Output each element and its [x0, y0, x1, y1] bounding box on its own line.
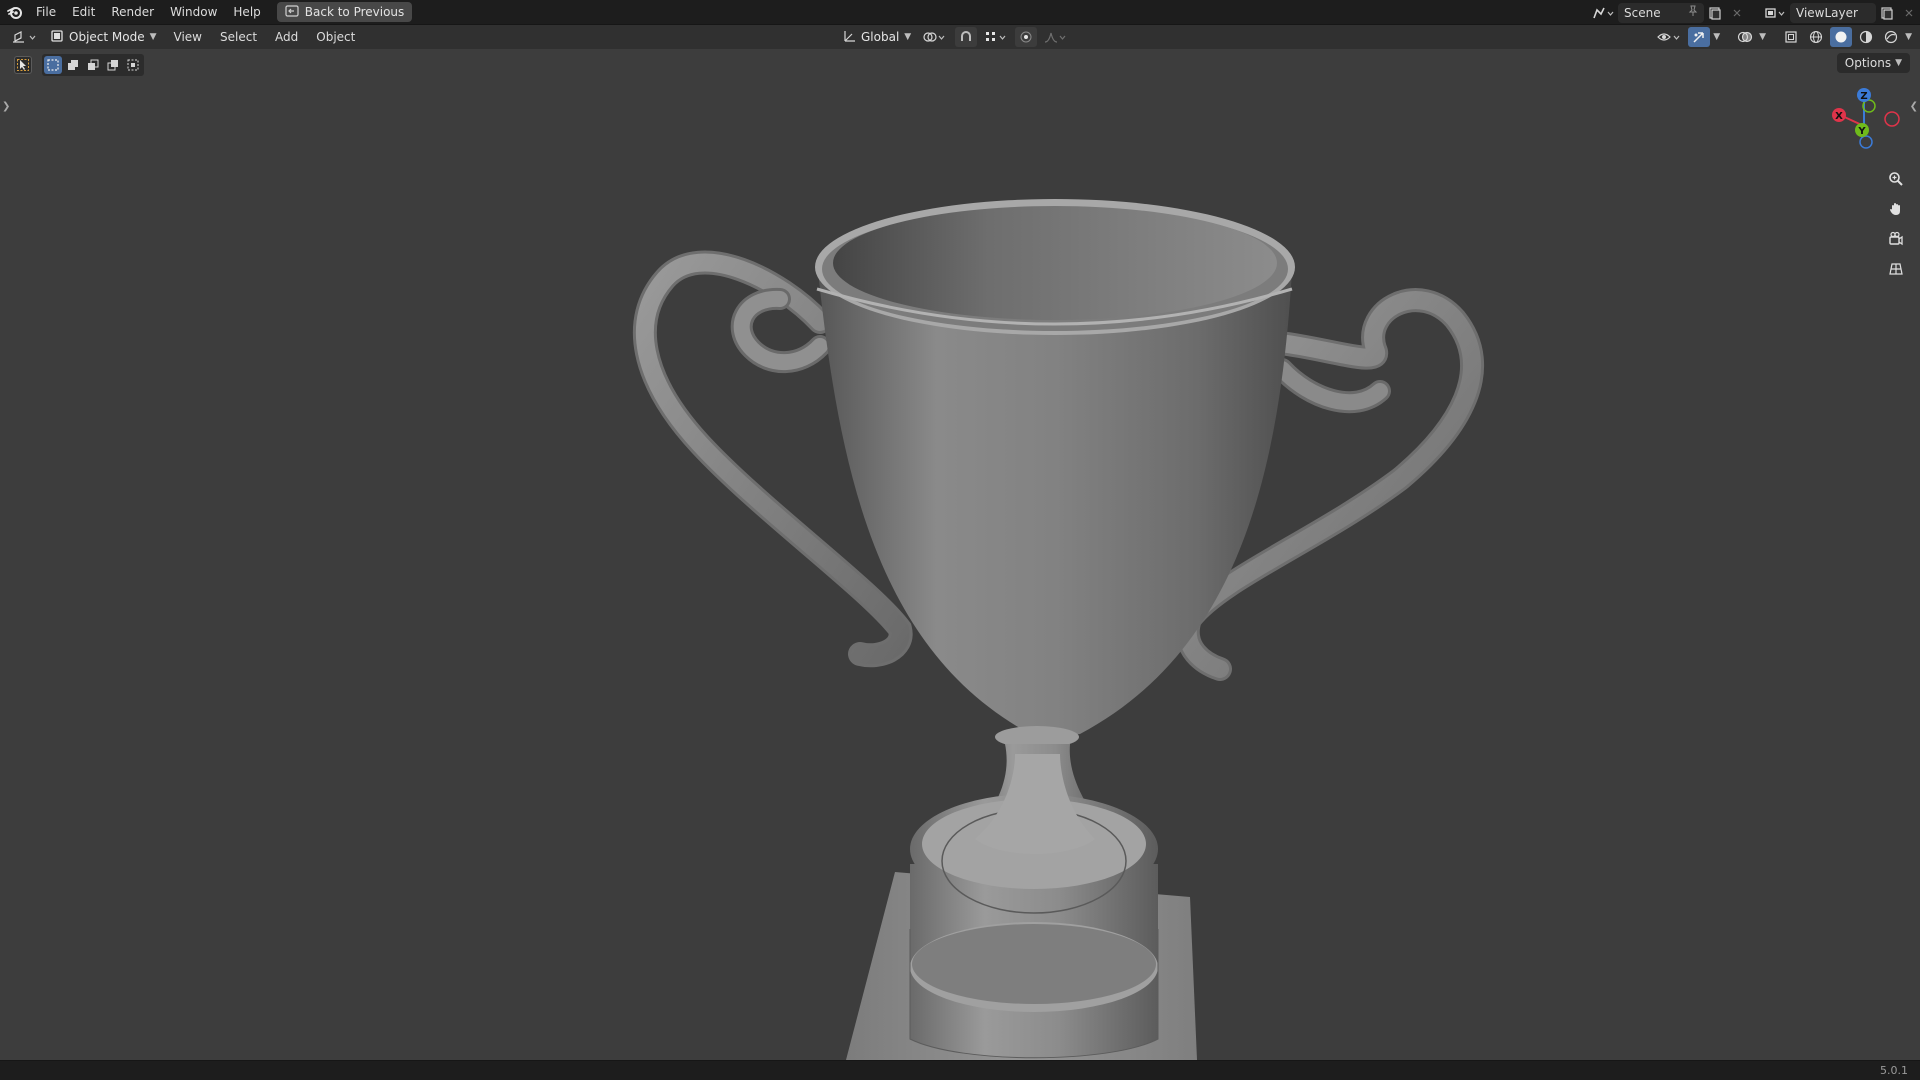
editor-type-icon[interactable] [8, 27, 42, 47]
snap-toggle-icon[interactable] [955, 27, 978, 47]
zoom-icon[interactable] [1884, 167, 1908, 191]
blender-logo-icon[interactable] [2, 0, 28, 25]
trophy-model[interactable] [0, 49, 1920, 1060]
menu-window[interactable]: Window [162, 0, 225, 25]
viewport-tool-row [14, 54, 144, 76]
options-dropdown[interactable]: Options ▼ [1836, 53, 1910, 73]
overlays-toggle-icon[interactable] [1734, 27, 1756, 47]
remove-view-layer-icon[interactable] [1898, 3, 1920, 23]
transform-orientation-dropdown[interactable]: Global ▼ [838, 25, 915, 49]
object-mode-dropdown[interactable]: Object Mode ▼ [42, 25, 165, 49]
orientation-label: Global [861, 30, 900, 44]
toolbar-expand-arrow-icon[interactable]: ❯ [2, 101, 10, 112]
menu-select[interactable]: Select [211, 25, 266, 49]
back-to-previous-label: Back to Previous [304, 5, 405, 19]
back-to-previous-button[interactable]: Back to Previous [276, 2, 413, 22]
xray-toggle-icon[interactable] [1780, 27, 1802, 47]
select-extend-icon[interactable] [64, 56, 82, 74]
scene-field[interactable]: Scene [1618, 2, 1704, 23]
navigation-buttons [1884, 167, 1908, 281]
material-preview-shading-icon[interactable] [1855, 27, 1877, 47]
orientation-axes-icon [842, 29, 856, 46]
pin-icon[interactable] [1688, 5, 1698, 20]
solid-shading-icon[interactable] [1830, 27, 1853, 47]
falloff-curve-icon[interactable] [1041, 27, 1071, 47]
transform-tools: Global ▼ [838, 25, 1071, 49]
chevron-down-icon: ▼ [149, 32, 157, 42]
menu-edit[interactable]: Edit [64, 0, 103, 25]
viewport-display-tools: ▼ ▼ ▼ [1655, 25, 1912, 49]
status-bar: 5.0.1 [0, 1060, 1920, 1080]
new-view-layer-icon[interactable] [1876, 3, 1898, 23]
select-tool-icon[interactable] [14, 56, 32, 74]
snap-increment-icon[interactable] [981, 27, 1011, 47]
new-scene-icon[interactable] [1704, 3, 1726, 23]
menu-view[interactable]: View [165, 25, 211, 49]
x-axis-label: X [1835, 111, 1843, 122]
screen-back-icon [285, 4, 299, 20]
chevron-down-icon: ▼ [1895, 58, 1902, 68]
top-right-controls: Scene ViewLayer [1588, 0, 1920, 25]
sidebar-expand-arrow-icon[interactable]: ❮ [1910, 101, 1918, 112]
visibility-selectability-icon[interactable] [1655, 27, 1685, 47]
pan-hand-icon[interactable] [1884, 197, 1908, 221]
negative-x-axis-icon [1884, 111, 1900, 127]
select-intersect-icon[interactable] [124, 56, 142, 74]
menu-render[interactable]: Render [103, 0, 162, 25]
view-layer-name: ViewLayer [1796, 5, 1858, 20]
select-invert-icon[interactable] [104, 56, 122, 74]
y-axis-label: Y [1857, 126, 1866, 137]
gizmo-toggle-icon[interactable] [1688, 27, 1711, 47]
options-label: Options [1844, 56, 1892, 70]
object-mode-label: Object Mode [69, 30, 145, 44]
top-menu-bar: File Edit Render Window Help Back to Pre… [0, 0, 1920, 25]
version-label: 5.0.1 [1880, 1064, 1908, 1077]
select-subtract-icon[interactable] [84, 56, 102, 74]
chevron-down-icon: ▼ [904, 32, 912, 42]
chevron-down-icon[interactable]: ▼ [1759, 32, 1766, 42]
menu-help[interactable]: Help [225, 0, 268, 25]
select-new-icon[interactable] [44, 56, 62, 74]
camera-view-icon[interactable] [1884, 227, 1908, 251]
perspective-toggle-icon[interactable] [1884, 257, 1908, 281]
menu-object[interactable]: Object [307, 25, 364, 49]
menu-file[interactable]: File [28, 0, 64, 25]
rendered-shading-icon[interactable] [1880, 27, 1902, 47]
proportional-editing-icon[interactable] [1015, 27, 1038, 47]
scene-browse-icon[interactable] [1588, 3, 1618, 23]
z-axis-label: Z [1860, 91, 1867, 102]
selection-mode-group [42, 54, 144, 76]
chevron-down-icon[interactable]: ▼ [1713, 32, 1720, 42]
negative-z-axis-icon [1859, 135, 1873, 149]
object-mode-icon [50, 29, 64, 46]
view-layer-browse-icon[interactable] [1760, 3, 1790, 23]
view-layer-field[interactable]: ViewLayer [1790, 2, 1876, 23]
3d-viewport[interactable]: Options ▼ ❯ ❮ Z X Y [0, 49, 1920, 1060]
viewport-header: Object Mode ▼ View Select Add Object Glo… [0, 25, 1920, 49]
menu-add[interactable]: Add [266, 25, 307, 49]
remove-scene-icon[interactable] [1726, 3, 1748, 23]
blender-window: File Edit Render Window Help Back to Pre… [0, 0, 1920, 1080]
wireframe-shading-icon[interactable] [1805, 27, 1827, 47]
chevron-down-icon[interactable]: ▼ [1905, 32, 1912, 42]
pivot-point-icon[interactable] [919, 27, 951, 47]
scene-name: Scene [1624, 5, 1661, 20]
navigation-gizmo[interactable]: Z X Y [1820, 86, 1910, 168]
